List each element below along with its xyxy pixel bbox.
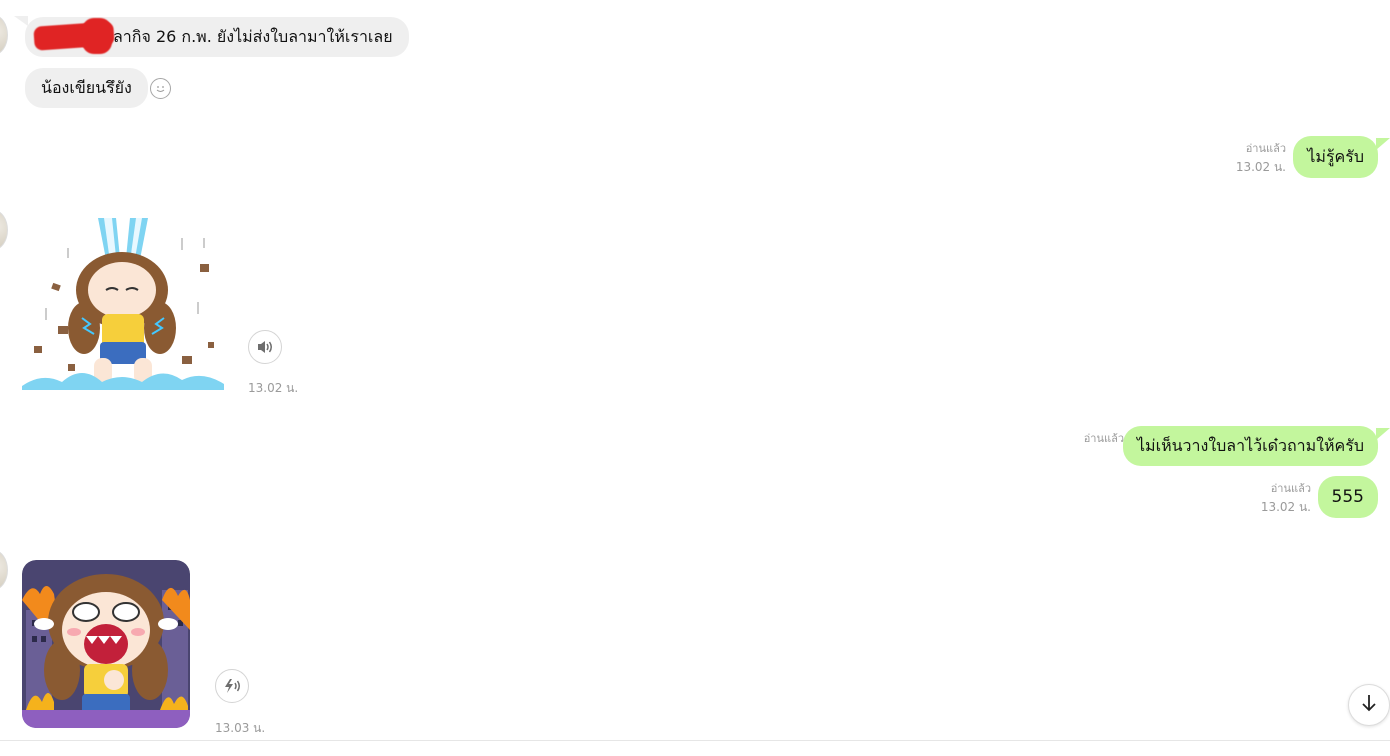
message-meta: อ่านแล้ว 13.02 น.	[1261, 480, 1311, 516]
speaker-icon[interactable]	[248, 330, 282, 364]
timestamp: 13.02 น.	[1260, 500, 1311, 514]
sender-avatar[interactable]	[0, 550, 8, 590]
message-meta: อ่านแล้ว 13.02 น.	[1236, 140, 1286, 176]
outgoing-message-bubble[interactable]: ไม่เห็นวางใบลาไว้เด๋วถามให้ครับ	[1123, 426, 1378, 466]
bubble-tail	[1376, 138, 1390, 150]
message-text: ไม่รู้ครับ	[1307, 147, 1364, 166]
message-text: น้องเขียนรึยัง	[41, 78, 132, 97]
timestamp: 13.02 น.	[248, 381, 299, 395]
message-text: 555	[1331, 487, 1364, 507]
sticker-image[interactable]	[22, 218, 224, 390]
smiley-icon[interactable]	[150, 78, 171, 99]
read-receipt: อ่านแล้ว	[1245, 142, 1286, 155]
timestamp: 13.02 น.	[1235, 160, 1286, 174]
timestamp: 13.03 น.	[215, 721, 266, 735]
bubble-tail	[14, 16, 28, 26]
read-receipt: อ่านแล้ว	[1270, 482, 1311, 495]
bubble-tail	[1376, 428, 1390, 440]
scroll-to-bottom-button[interactable]	[1348, 684, 1390, 726]
incoming-message-bubble[interactable]: น้องเขียนรึยัง	[25, 68, 148, 108]
message-text: ลากิจ 26 ก.พ. ยังไม่ส่งใบลามาให้เราเลย	[113, 27, 393, 46]
message-text: ไม่เห็นวางใบลาไว้เด๋วถามให้ครับ	[1137, 436, 1364, 455]
sender-avatar[interactable]	[0, 210, 8, 250]
read-receipt: อ่านแล้ว	[1083, 432, 1124, 445]
message-meta: อ่านแล้ว	[1084, 430, 1124, 448]
arrow-down-icon	[1361, 694, 1377, 716]
divider	[0, 740, 1390, 741]
outgoing-message-bubble[interactable]: ไม่รู้ครับ	[1293, 136, 1378, 178]
sound-effect-icon[interactable]	[215, 669, 249, 703]
outgoing-message-bubble[interactable]: 555	[1317, 476, 1378, 518]
sender-avatar[interactable]	[0, 15, 8, 55]
sticker-image[interactable]	[22, 560, 190, 728]
redaction-mark	[82, 18, 112, 54]
